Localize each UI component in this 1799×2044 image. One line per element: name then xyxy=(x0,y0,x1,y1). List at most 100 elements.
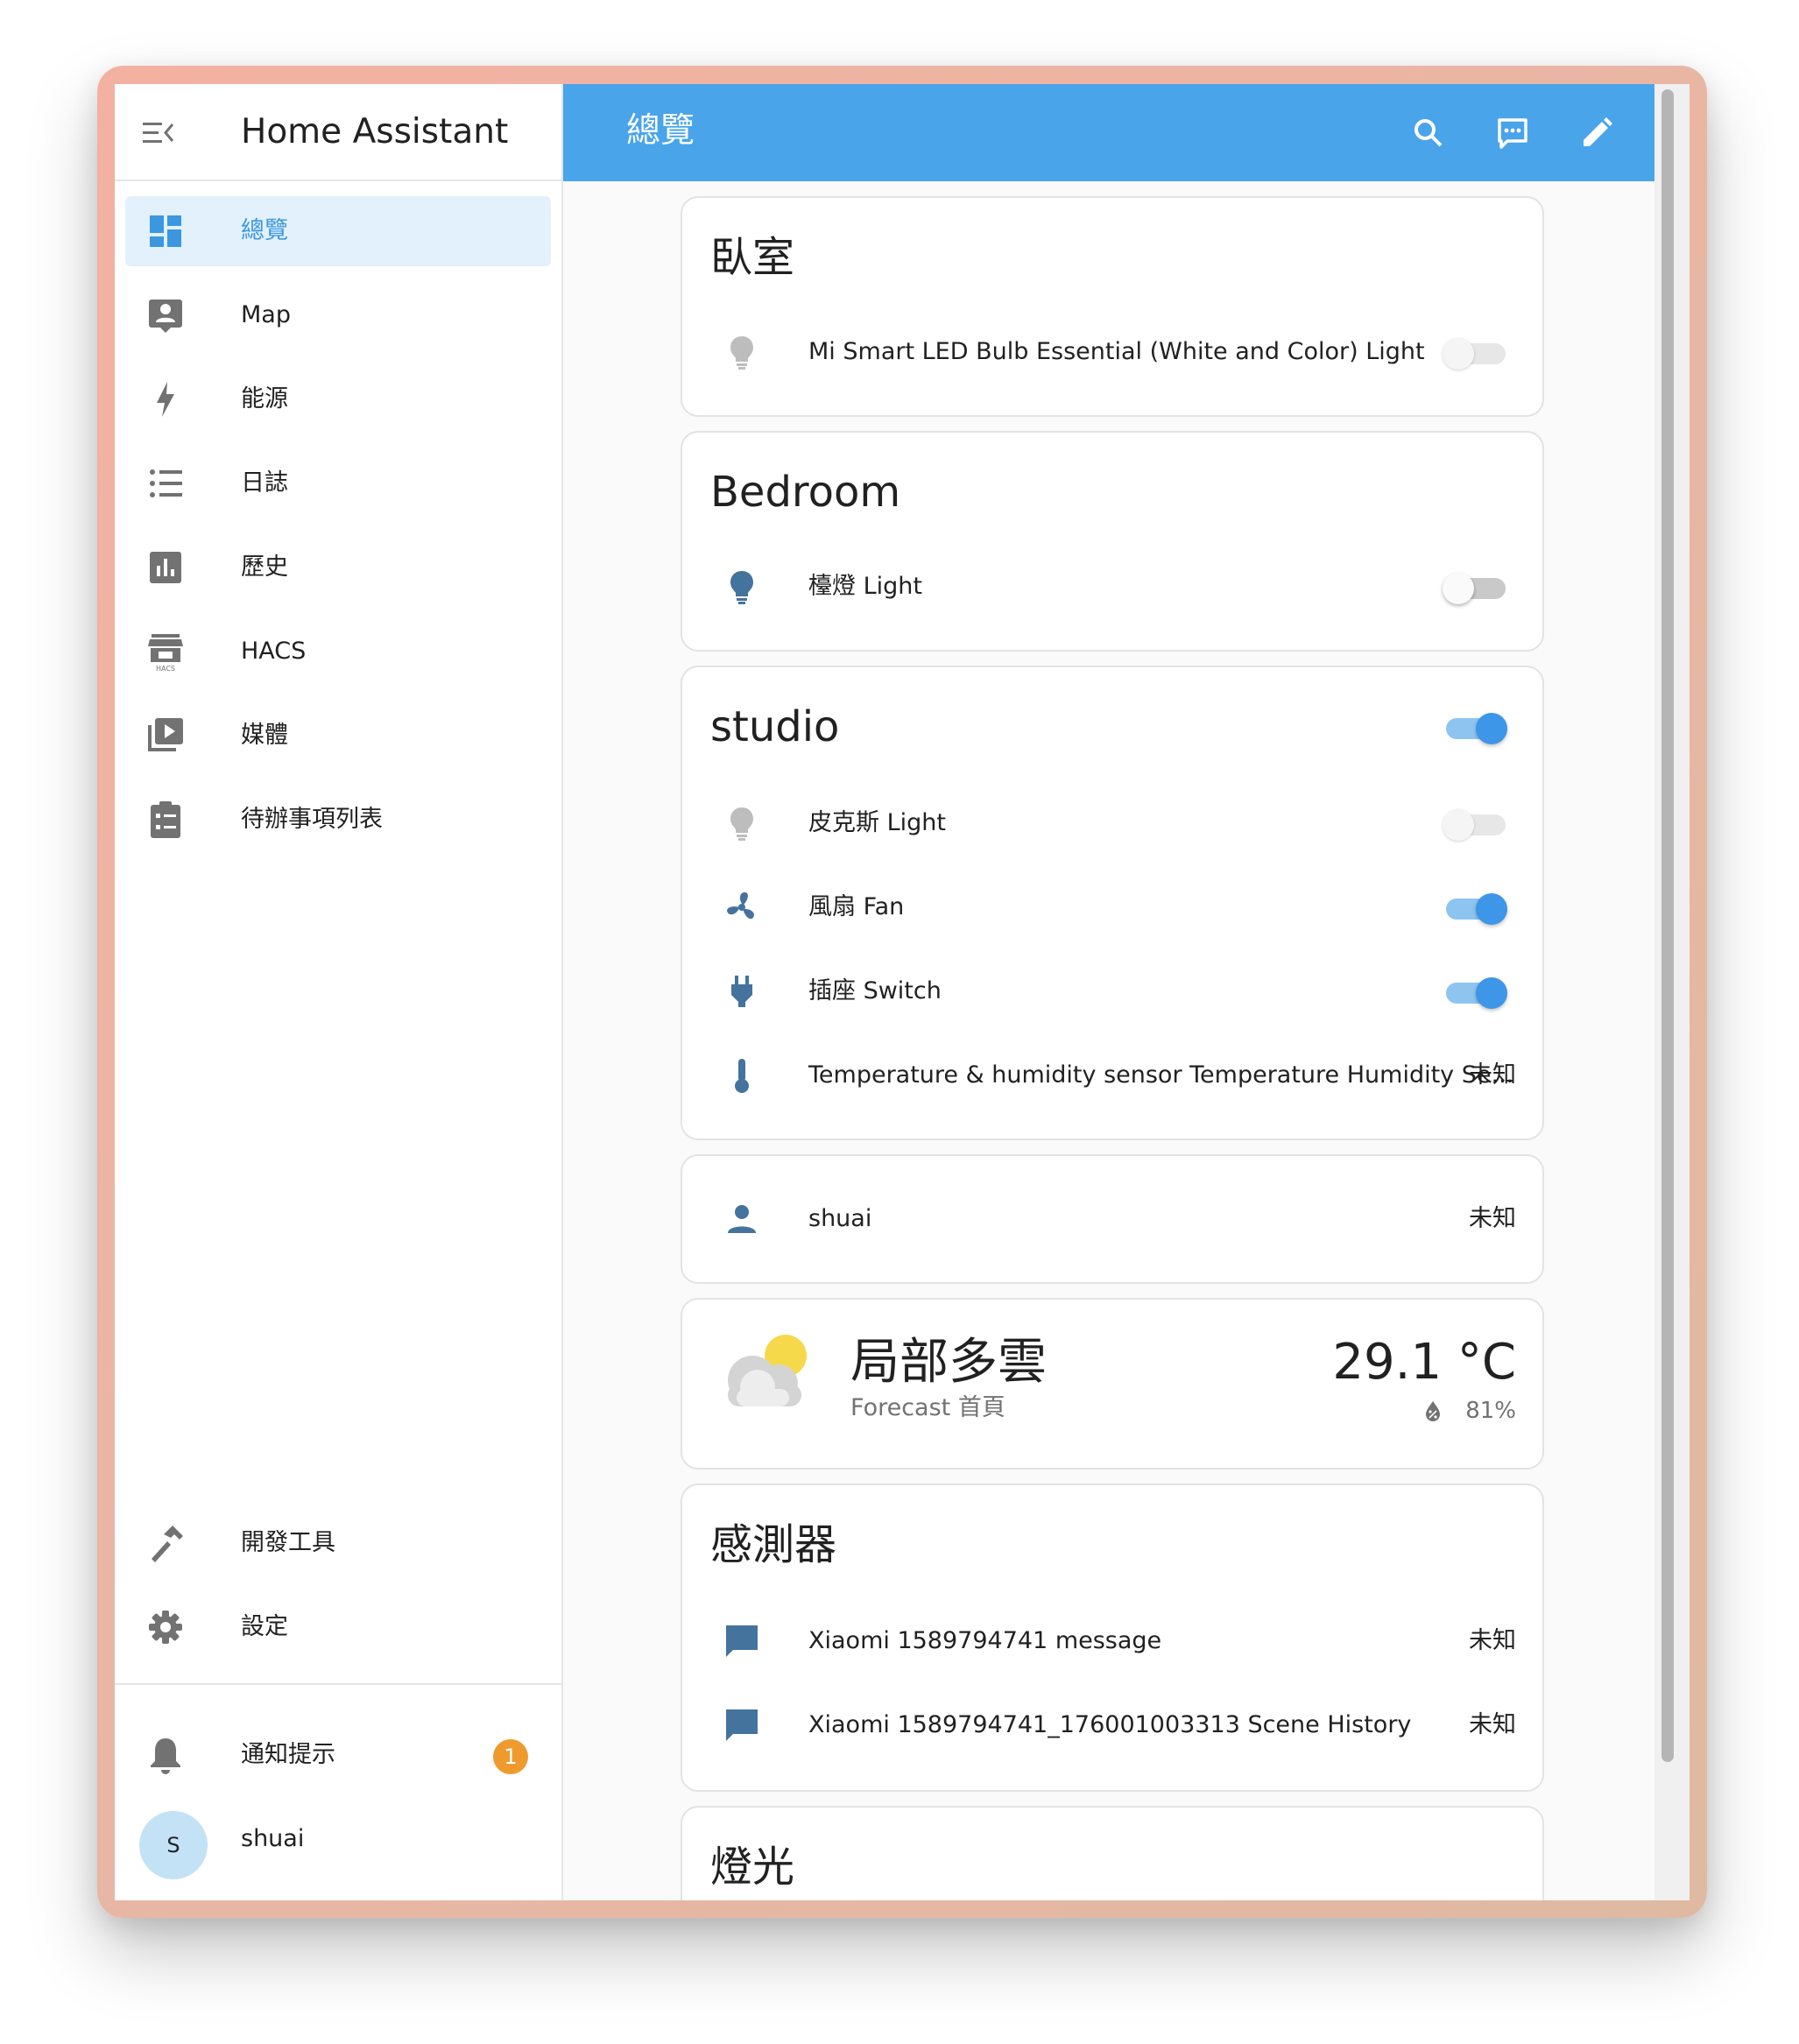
app-title: Home Assistant xyxy=(241,112,509,152)
power-plug-icon xyxy=(731,976,752,1007)
entity-state: 未知 xyxy=(1469,1627,1516,1654)
entity-name: Xiaomi 1589794741 message xyxy=(808,1627,1162,1654)
entities-card-lights: 燈光 xyxy=(681,1806,1544,1900)
sidebar-item-label: 總覽 xyxy=(241,217,288,244)
top-app-bar: 總覽 xyxy=(563,84,1654,181)
search-button[interactable] xyxy=(1404,109,1453,158)
hacs-icon: HACS xyxy=(148,634,183,673)
entity-row[interactable]: 檯燈 Light xyxy=(682,552,1542,622)
sidebar-item-label: 通知提示 xyxy=(241,1741,335,1768)
sidebar-item-media[interactable]: 媒體 xyxy=(125,701,551,771)
map-account-icon xyxy=(149,300,182,333)
sidebar: Home Assistant 總覽 Map 能源 日誌 歷史 HACS HACS… xyxy=(115,84,563,1900)
sidebar-item-label: 待辦事項列表 xyxy=(241,806,383,833)
sidebar-header: Home Assistant xyxy=(115,84,561,181)
entity-row[interactable]: Xiaomi 1589794741 message 未知 xyxy=(682,1606,1542,1676)
assist-icon xyxy=(1498,118,1527,149)
sidebar-item-label: 媒體 xyxy=(241,722,288,749)
sidebar-item-label: 歷史 xyxy=(241,553,288,581)
sidebar-item-overview[interactable]: 總覽 xyxy=(125,196,551,266)
sidebar-item-settings[interactable]: 設定 xyxy=(125,1592,551,1662)
sidebar-item-notifications[interactable]: 通知提示 1 xyxy=(125,1720,551,1790)
pencil-icon xyxy=(1584,117,1612,146)
entity-name: shuai xyxy=(808,1205,872,1232)
entity-row[interactable]: Xiaomi 1589794741_176001003313 Scene His… xyxy=(682,1690,1542,1760)
card-header-toggle[interactable] xyxy=(1443,713,1507,744)
sidebar-item-energy[interactable]: 能源 xyxy=(125,364,551,434)
user-name: shuai xyxy=(241,1825,305,1852)
menu-collapse-icon xyxy=(143,123,174,143)
entity-row[interactable]: 風扇 Fan xyxy=(682,872,1542,942)
entities-card-sensors: 感測器 Xiaomi 1589794741 message 未知 Xiaomi … xyxy=(681,1484,1544,1792)
weather-forecast-card[interactable]: 局部多雲 Forecast 首頁 29.1 °C 81% xyxy=(681,1298,1544,1470)
svg-text:HACS: HACS xyxy=(156,665,175,673)
entity-row[interactable]: Temperature & humidity sensor Temperatur… xyxy=(682,1040,1542,1110)
media-icon xyxy=(148,718,183,751)
entity-state: 未知 xyxy=(1469,1711,1516,1738)
sidebar-item-todo[interactable]: 待辦事項列表 xyxy=(125,785,551,855)
card-title: 燈光 xyxy=(710,1843,795,1892)
app-window: Home Assistant 總覽 Map 能源 日誌 歷史 HACS HACS… xyxy=(115,84,1690,1900)
page-title: 總覽 xyxy=(626,111,695,151)
entity-row[interactable]: 皮克斯 Light xyxy=(682,788,1542,858)
light-toggle[interactable] xyxy=(1443,338,1507,370)
sidebar-divider xyxy=(115,1683,561,1685)
search-icon xyxy=(1415,119,1443,147)
bell-icon xyxy=(151,1738,180,1774)
lightbulb-icon xyxy=(730,571,753,604)
todo-list-icon xyxy=(151,801,180,838)
message-icon xyxy=(726,1709,758,1741)
sidebar-item-label: 能源 xyxy=(241,385,288,412)
lightbulb-icon xyxy=(730,807,753,841)
gear-icon xyxy=(149,1611,182,1644)
hammer-icon xyxy=(152,1526,183,1562)
fan-icon xyxy=(727,892,754,920)
weather-temperature: 29.1 °C xyxy=(1332,1334,1516,1391)
account-icon xyxy=(728,1205,756,1233)
sidebar-item-label: Map xyxy=(241,301,291,328)
light-toggle[interactable] xyxy=(1443,573,1507,604)
entity-row[interactable]: shuai 未知 xyxy=(682,1184,1542,1254)
sidebar-item-developer-tools[interactable]: 開發工具 xyxy=(125,1508,551,1578)
avatar: S xyxy=(139,1811,208,1879)
dashboard-icon xyxy=(150,215,181,247)
entity-row[interactable]: 插座 Switch xyxy=(682,956,1542,1026)
entity-name: 檯燈 Light xyxy=(808,573,922,600)
entity-state: 未知 xyxy=(1469,1061,1516,1089)
entities-card-person: shuai 未知 xyxy=(681,1154,1544,1284)
entity-state: 未知 xyxy=(1469,1205,1516,1232)
entity-row[interactable]: Mi Smart LED Bulb Essential (White and C… xyxy=(682,317,1542,387)
sidebar-item-label: HACS xyxy=(241,638,307,665)
entities-card-studio: studio 皮克斯 Light 風扇 Fan 插座 Switch Temper… xyxy=(681,666,1544,1140)
edit-dashboard-button[interactable] xyxy=(1572,109,1621,158)
card-title: 臥室 xyxy=(710,233,795,282)
entity-name: 風扇 Fan xyxy=(808,893,905,920)
menu-toggle-button[interactable] xyxy=(134,109,183,158)
partly-cloudy-icon xyxy=(728,1335,807,1406)
entities-card-bedroom: Bedroom 檯燈 Light xyxy=(681,431,1544,652)
entity-name: 插座 Switch xyxy=(808,977,942,1004)
logbook-icon xyxy=(150,469,182,497)
entities-card-bedroom-zh: 臥室 Mi Smart LED Bulb Essential (White an… xyxy=(681,196,1544,417)
sidebar-item-hacs[interactable]: HACS HACS xyxy=(125,617,551,687)
switch-toggle[interactable] xyxy=(1443,977,1507,1009)
weather-condition: 局部多雲 xyxy=(850,1334,1047,1391)
sidebar-item-history[interactable]: 歷史 xyxy=(125,532,551,603)
entity-name: Mi Smart LED Bulb Essential (White and C… xyxy=(808,338,1425,365)
history-chart-icon xyxy=(150,552,181,583)
sidebar-item-user[interactable]: S shuai xyxy=(125,1804,551,1879)
message-icon xyxy=(726,1625,758,1657)
water-percent-icon xyxy=(1426,1401,1440,1421)
lightbulb-icon xyxy=(730,336,753,370)
sidebar-item-logbook[interactable]: 日誌 xyxy=(125,448,551,518)
sidebar-item-map[interactable]: Map xyxy=(125,280,551,350)
weather-humidity: 81% xyxy=(1465,1398,1516,1424)
sidebar-item-label: 日誌 xyxy=(241,469,288,497)
fan-toggle[interactable] xyxy=(1443,893,1507,925)
assist-button[interactable] xyxy=(1488,109,1537,158)
lightning-bolt-icon xyxy=(157,382,174,417)
sidebar-item-label: 開發工具 xyxy=(241,1529,335,1556)
thermometer-icon xyxy=(735,1059,749,1093)
scrollbar-thumb[interactable] xyxy=(1661,89,1674,1762)
light-toggle[interactable] xyxy=(1443,809,1507,841)
